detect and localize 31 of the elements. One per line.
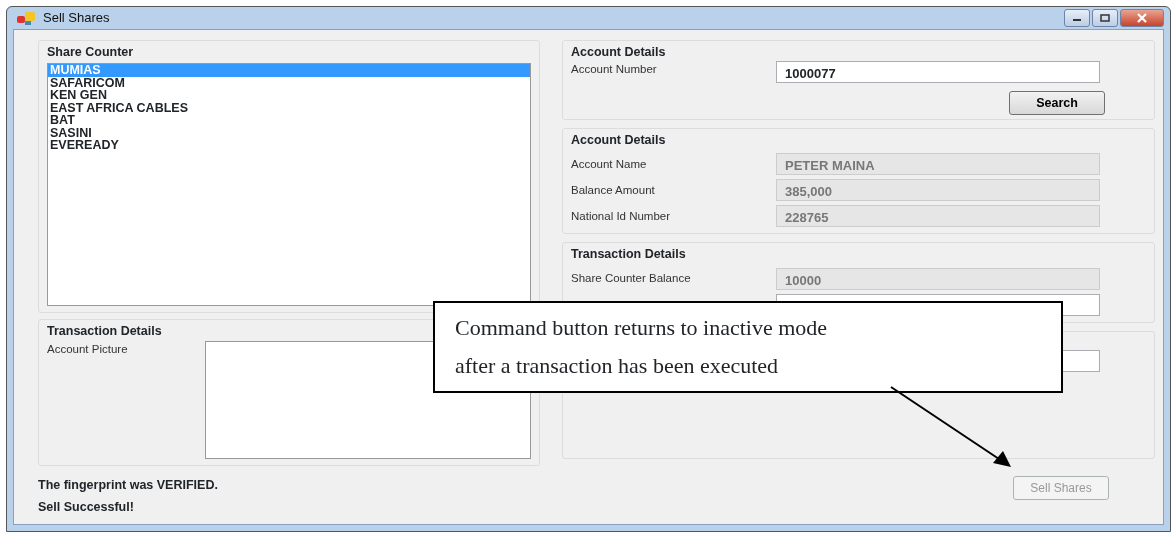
maximize-icon xyxy=(1100,13,1110,22)
field-label: Account Name xyxy=(571,156,648,172)
list-item[interactable]: BAT xyxy=(48,114,530,127)
minimize-button[interactable] xyxy=(1064,8,1090,27)
group-title: Share Counter xyxy=(47,43,134,61)
list-item[interactable]: EVEREADY xyxy=(48,139,530,152)
app-icon xyxy=(17,10,37,25)
field-label: National Id Number xyxy=(571,208,672,224)
list-item[interactable]: SASINI xyxy=(48,126,530,140)
field-label: Account Picture xyxy=(47,342,129,357)
search-button[interactable]: Search xyxy=(1009,91,1105,116)
close-icon xyxy=(1136,12,1148,23)
list-item[interactable]: EAST AFRICA CABLES xyxy=(48,101,530,115)
status-message: Sell Successful! xyxy=(38,499,135,516)
callout-text: Command button returns to inactive mode xyxy=(455,314,828,342)
group-title: Account Details xyxy=(571,131,666,149)
field-label: Share Counter Balance xyxy=(571,271,692,287)
window-title: Sell Shares xyxy=(43,9,110,27)
status-message: The fingerprint was VERIFIED. xyxy=(38,477,218,494)
list-item[interactable]: KEN GEN xyxy=(48,89,530,102)
account-number-field[interactable]: 1000077 xyxy=(776,61,1100,84)
close-button[interactable] xyxy=(1120,8,1164,27)
field-label: Account Number xyxy=(571,62,658,78)
group-title: Transaction Details xyxy=(571,246,686,264)
field-label: Balance Amount xyxy=(571,182,656,198)
list-item[interactable]: SAFARICOM xyxy=(48,76,530,90)
share-list[interactable]: MUMIAS SAFARICOM KEN GEN EAST AFRICA CABLES BAT SASINI EVEREADY xyxy=(47,63,531,307)
group-title: Account Details xyxy=(571,43,666,61)
group-title: Transaction Details xyxy=(47,323,162,341)
maximize-button[interactable] xyxy=(1092,8,1118,27)
callout-text: after a transaction has been executed xyxy=(455,352,779,380)
